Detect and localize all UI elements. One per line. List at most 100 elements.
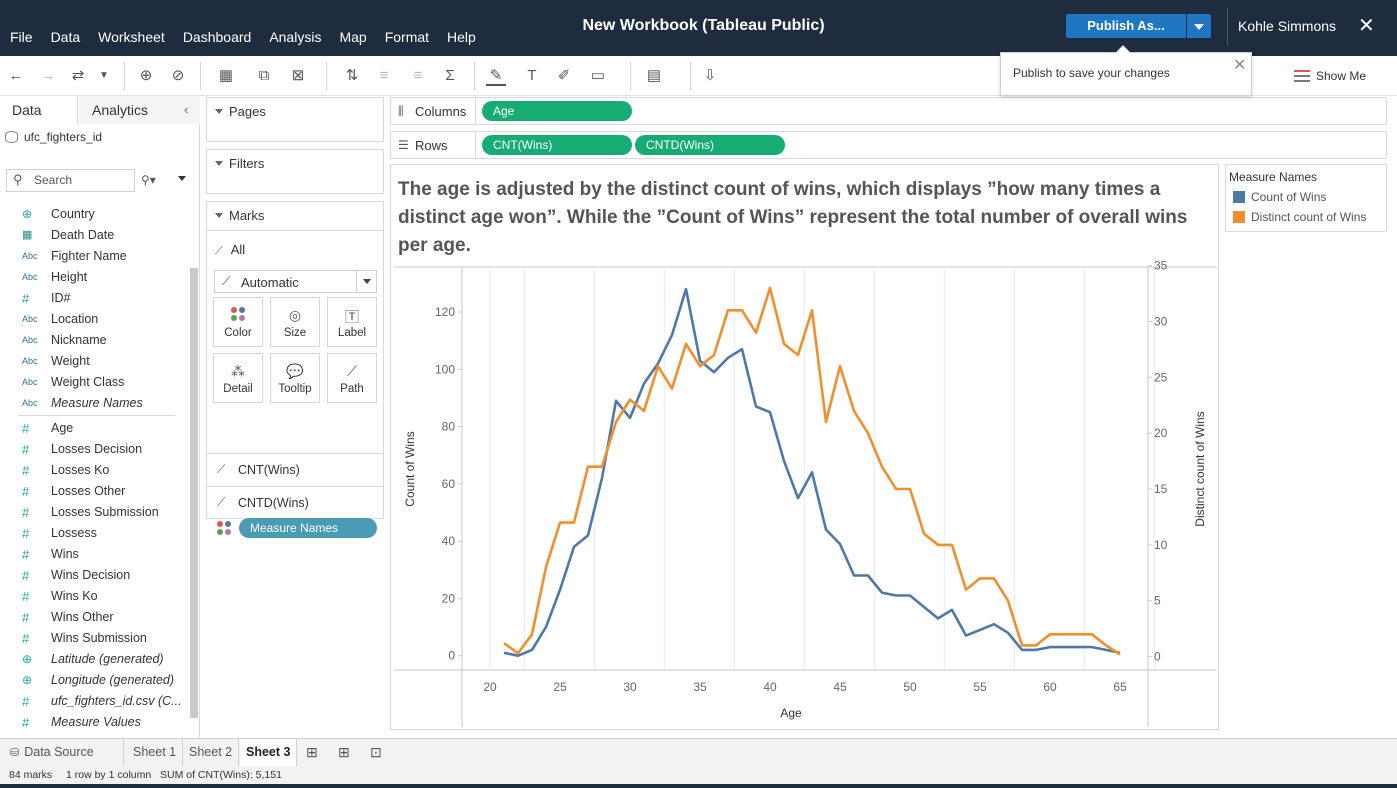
line-chart[interactable]: 0 20 40 60 80 100 120 0 5 10 15 20 25 30 35 20 25 30 35 40 4… (391, 165, 1220, 731)
collapse-pane-icon[interactable]: ‹ (184, 102, 188, 117)
format-workbook-icon[interactable]: ✐ (554, 66, 574, 86)
marks-tab-cntd-wins[interactable]: ⟋ CNTD(Wins) (207, 486, 383, 519)
user-name[interactable]: Kohle Simmons (1238, 18, 1336, 34)
tab-analytics[interactable]: Analytics (79, 96, 200, 124)
cnt-wins-pill[interactable]: CNT(Wins) (482, 135, 632, 155)
legend-swatch (1233, 211, 1245, 223)
collapse-icon[interactable] (215, 109, 223, 114)
swap-rows-columns-icon[interactable]: ⇅ (342, 66, 362, 86)
sort-descending-icon[interactable]: ≡ (408, 66, 428, 86)
field-item[interactable]: # Losses Decision (0, 439, 190, 460)
marks-all-tab[interactable]: ⟋ All (215, 242, 245, 258)
fit-icon[interactable]: ▭ (588, 66, 608, 86)
tab-sheet-2[interactable]: Sheet 2 (183, 739, 240, 766)
tab-sheet-1[interactable]: Sheet 1 (127, 739, 184, 766)
field-item[interactable]: Abc Weight (0, 351, 190, 372)
pause-updates-icon[interactable]: ⊘ (168, 66, 188, 86)
collapse-icon[interactable] (215, 213, 223, 218)
field-item[interactable]: # ufc_fighters_id.csv (C... (0, 691, 190, 712)
data-pane-scrollbar[interactable] (190, 268, 198, 718)
field-item[interactable]: Abc Measure Names (0, 393, 190, 414)
y-tick-label: 0 (448, 649, 455, 663)
tooltip-button[interactable]: 💬 Tooltip (270, 353, 320, 403)
marks-tab-cnt-wins[interactable]: ⟋ CNT(Wins) (207, 453, 383, 486)
share-icon[interactable]: ⇩ (700, 66, 720, 86)
age-pill[interactable]: Age (482, 101, 632, 121)
sort-ascending-icon[interactable]: ≡ (374, 66, 394, 86)
tab-sheet-3[interactable]: Sheet 3 (240, 739, 298, 767)
rows-shelf: ☰ Rows CNT(Wins) CNTD(Wins) (390, 131, 1387, 159)
publish-dropdown-button[interactable] (1187, 14, 1211, 38)
field-item[interactable]: # Losses Ko (0, 460, 190, 481)
field-item[interactable]: Abc Nickname (0, 330, 190, 351)
field-item[interactable]: ⊕ Country (0, 204, 190, 225)
totals-icon[interactable]: Σ (440, 66, 460, 86)
duplicate-sheet-icon[interactable]: ⧉ (254, 66, 274, 86)
field-item[interactable]: # Measure Values (0, 712, 190, 733)
cntd-wins-pill[interactable]: CNTD(Wins) (635, 135, 785, 155)
legend-item-count-of-wins[interactable]: Count of Wins (1233, 190, 1326, 204)
new-dashboard-icon[interactable]: ⊞ (338, 744, 350, 761)
field-item[interactable]: # Wins Submission (0, 628, 190, 649)
legend-item-label: Distinct count of Wins (1251, 210, 1367, 224)
redo-icon[interactable]: → (38, 66, 58, 86)
legend-item-distinct-count[interactable]: Distinct count of Wins (1233, 210, 1366, 224)
detail-button[interactable]: ⁂ Detail (213, 353, 263, 403)
field-item[interactable]: # Losses Submission (0, 502, 190, 523)
path-button[interactable]: ⟋ Path (327, 353, 377, 403)
show-labels-icon[interactable]: T (522, 66, 542, 86)
undo-dropdown-icon[interactable]: ▼ (94, 66, 114, 86)
mark-type-dropdown[interactable]: ⟋ Automatic (214, 270, 377, 293)
label-button[interactable]: 🅃 Label (327, 297, 377, 347)
series-line-count-of-wins[interactable] (503, 287, 1121, 658)
search-input[interactable] (34, 173, 132, 187)
field-item[interactable]: Abc Fighter Name (0, 246, 190, 267)
chevron-down-icon[interactable] (356, 271, 377, 292)
presentation-icon[interactable]: ▤ (644, 66, 664, 86)
new-datasource-icon[interactable]: ⊕ (136, 66, 156, 86)
undo-icon[interactable]: ← (6, 66, 26, 86)
field-name: Death Date (51, 228, 115, 242)
new-story-icon[interactable]: ⊡ (370, 744, 382, 761)
field-item[interactable]: Abc Location (0, 309, 190, 330)
field-item[interactable]: # Wins Ko (0, 586, 190, 607)
path-label: Path (340, 383, 364, 395)
show-me-button[interactable]: Show Me (1294, 69, 1366, 83)
field-item[interactable]: # Wins Decision (0, 565, 190, 586)
y2-tick-label: 20 (1154, 426, 1168, 440)
clear-sheet-icon[interactable]: ⊠ (288, 66, 308, 86)
field-item[interactable]: ⊕ Longitude (generated) (0, 670, 190, 691)
close-icon[interactable]: ✕ (1358, 13, 1375, 38)
field-item[interactable]: ⊕ Latitude (generated) (0, 649, 190, 670)
field-item[interactable]: # Losses Other (0, 481, 190, 502)
tab-data[interactable]: Data (0, 96, 78, 124)
field-item[interactable]: Abc Height (0, 267, 190, 288)
tab-data-source[interactable]: ⛁ Data Source (4, 739, 124, 766)
collapse-icon[interactable] (215, 161, 223, 166)
field-item[interactable]: # ID# (0, 288, 190, 309)
close-tooltip-icon[interactable]: ✕ (1233, 55, 1246, 75)
toolbar-separator (630, 62, 631, 90)
filter-fields-icon[interactable]: ⚲▾ (141, 173, 156, 187)
sort-fields-dropdown-icon[interactable] (178, 176, 186, 181)
color-button[interactable]: Color (213, 297, 263, 347)
field-item[interactable]: Abc Weight Class (0, 372, 190, 393)
pages-card: Pages (206, 97, 384, 142)
hash-icon: # (22, 442, 30, 457)
field-item[interactable]: ▦ Death Date (0, 225, 190, 246)
new-worksheet-icon[interactable]: ▦ (216, 66, 236, 86)
measure-names-pill[interactable]: Measure Names (239, 518, 377, 538)
highlight-icon[interactable]: ✎ (486, 66, 506, 86)
size-button[interactable]: ◎ Size (270, 297, 320, 347)
publish-as-button[interactable]: Publish As... (1066, 14, 1186, 38)
new-worksheet-icon[interactable]: ⊞ (306, 744, 318, 761)
field-item[interactable]: # Lossess (0, 523, 190, 544)
field-item[interactable]: # Wins Other (0, 607, 190, 628)
y2-tick-label: 30 (1154, 314, 1168, 328)
search-box[interactable]: ⚲ (6, 169, 135, 192)
field-item[interactable]: # Wins (0, 544, 190, 565)
datasource-item[interactable]: ufc_fighters_id (5, 130, 102, 144)
data-pane: Data Analytics ‹ ufc_fighters_id ⚲ ⚲▾ ⊕ C… (0, 96, 200, 738)
field-item[interactable]: # Age (0, 418, 190, 439)
swap-data-icon[interactable]: ⇄ (68, 66, 88, 86)
